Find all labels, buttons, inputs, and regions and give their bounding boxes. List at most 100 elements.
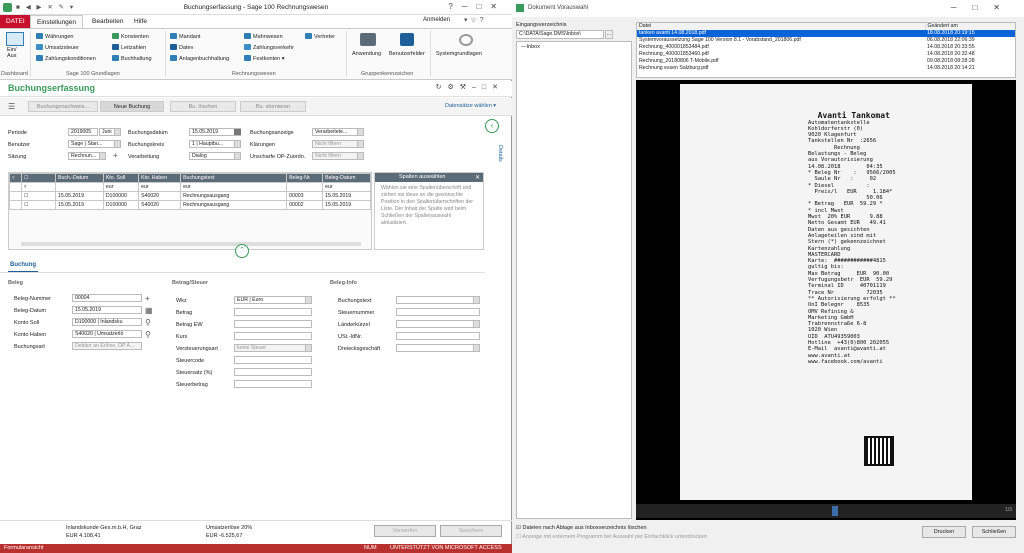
list-item[interactable]: Rechnung_400001853460.pdf 14.08.2018 20:3…: [637, 51, 1015, 58]
page-slider[interactable]: [832, 506, 838, 516]
table-row[interactable]: ☐ 15.05.2019 D100000 S40020 Rechnungsausgang…: [9, 191, 371, 201]
waehrungen-button[interactable]: Währungen: [36, 32, 73, 42]
col-header[interactable]: Beleg-Nr.: [286, 173, 324, 183]
buchhaltung-button[interactable]: Buchhaltung: [112, 54, 152, 64]
help-icons[interactable]: ▾☆?: [464, 16, 487, 24]
tab-bearbeiten[interactable]: Bearbeiten: [86, 15, 129, 28]
steuernummer-field[interactable]: [396, 308, 480, 316]
doc-toolbar-icons[interactable]: ↻⚙⚒–□✕: [436, 83, 504, 91]
benutzerfelder-button[interactable]: Benutzerfelder: [389, 49, 425, 59]
list-item[interactable]: Rechnung_400001853484.pdf 14.08.2018 20:3…: [637, 44, 1015, 51]
systemgrundlagen-icon[interactable]: [459, 34, 473, 46]
buchung-loeschen-button[interactable]: Bu. löschen: [170, 101, 236, 112]
tree-item-inbox[interactable]: —Inbox: [517, 42, 631, 52]
col-header[interactable]: Kto. Soll: [102, 173, 140, 183]
filter-cell[interactable]: ▿: [21, 182, 56, 192]
col-header[interactable]: Buch.-Datum: [55, 173, 104, 183]
unscharfe-select[interactable]: Nicht filtern: [312, 152, 364, 160]
select-all-checkbox[interactable]: ☐: [21, 173, 56, 183]
col-header[interactable]: Beleg-Datum: [322, 173, 371, 183]
verarbeitung-select[interactable]: Dialog: [189, 152, 241, 160]
systemgrundlagen-button[interactable]: Systemgrundlagen: [436, 49, 482, 59]
klaerungen-select[interactable]: Nicht filtern: [312, 140, 364, 148]
tab-datei[interactable]: DATEI: [0, 15, 31, 28]
steuercode-field[interactable]: [234, 356, 312, 364]
calendar-icon[interactable]: [234, 129, 241, 135]
dashboard-icon[interactable]: [6, 32, 24, 46]
buchung-stornieren-button[interactable]: Bu. stornieren: [240, 101, 306, 112]
datev-button[interactable]: Datev: [170, 43, 193, 53]
table-row[interactable]: ☐ 15.05.2019 D100000 S40020 Rechnungsausgang…: [9, 200, 371, 210]
datensaetze-waehlen-link[interactable]: Datensätze wählen ▾: [445, 103, 496, 109]
expand-up-icon[interactable]: ⌃: [235, 244, 249, 258]
dreiecksgeschaeft-select[interactable]: [396, 344, 480, 352]
filter-cell[interactable]: [55, 182, 104, 192]
speichern-button[interactable]: Speichern: [440, 525, 502, 537]
kurs-field[interactable]: [234, 332, 312, 340]
mandant-button[interactable]: Mandant: [170, 32, 200, 42]
benutzer-select[interactable]: Sage | Stan...: [68, 140, 121, 148]
tab-hilfe[interactable]: Hilfe: [128, 15, 153, 28]
betrag-field[interactable]: [234, 308, 312, 316]
buchungsart-field[interactable]: Debitor an Erlöse, OP A...: [72, 342, 142, 350]
vertreter-button[interactable]: Vertreter: [305, 32, 335, 42]
betrag-ew-field[interactable]: [234, 320, 312, 328]
steuerbetrag-field[interactable]: [234, 380, 312, 388]
details-sidebar-tab[interactable]: Details: [497, 145, 503, 162]
anwendung-icon[interactable]: [360, 33, 376, 46]
tab-buchung[interactable]: Buchung: [10, 262, 36, 268]
konto-soll-field[interactable]: D100000 | Inlandsku: [72, 318, 142, 326]
wkz-select[interactable]: EUR | Euro: [234, 296, 312, 304]
periode-field[interactable]: 2019005: [68, 128, 98, 136]
festkonten-button[interactable]: Festkonten ▾: [244, 54, 285, 64]
col-header-geaendert[interactable]: Geändert am: [924, 23, 1015, 30]
steuersatz-field[interactable]: [234, 368, 312, 376]
filter-cell[interactable]: eur: [138, 182, 182, 192]
filter-col-icon[interactable]: ▿: [9, 173, 22, 183]
list-item[interactable]: Systemvoraussetzung Sage 100 Version 8.1…: [637, 37, 1015, 44]
window-controls[interactable]: ?─□✕: [448, 2, 506, 11]
sitzung-select[interactable]: Rechnun...: [68, 152, 106, 160]
suppress-external-checkbox[interactable]: ☐ Anzeige mit externem Programm bei Ausw…: [516, 534, 707, 540]
buchungskreis-select[interactable]: 1 | Hauptbu...: [189, 140, 241, 148]
list-item[interactable]: Rechnung essen Salzburg.pdf 14.08.2018 20…: [637, 65, 1015, 72]
periode-month-select[interactable]: Juni: [99, 128, 121, 136]
eingang-path-field[interactable]: C:\DATA\Sage.DMS\Inbox\: [516, 30, 604, 39]
close-icon[interactable]: ✕: [475, 174, 480, 181]
col-header[interactable]: Kto. Haben: [138, 173, 182, 183]
konstenten-button[interactable]: Konstenten: [112, 32, 149, 42]
verwerfen-button[interactable]: Verwerfen: [374, 525, 436, 537]
zahlungskonditionen-button[interactable]: Zahlungskonditionen: [36, 54, 96, 64]
zahlungsverkehr-button[interactable]: Zahlungsverkehr: [244, 43, 294, 53]
filter-cell[interactable]: eur: [322, 182, 371, 192]
neue-buchung-button[interactable]: Neue Buchung: [100, 101, 164, 112]
belegnummer-field[interactable]: 00004: [72, 294, 142, 302]
filter-cell[interactable]: eur: [102, 182, 140, 192]
buchungsnachweis-button[interactable]: Buchungsnachweis...: [28, 101, 98, 112]
buchungsanzeige-select[interactable]: Verarbeitete...: [312, 128, 364, 136]
buchungstext-select[interactable]: [396, 296, 480, 304]
versteuerungsart-select[interactable]: keine Steuer: [234, 344, 312, 352]
menu-icon[interactable]: ☰: [8, 102, 15, 111]
horizontal-scrollbar[interactable]: [21, 242, 361, 246]
benutzerfelder-icon[interactable]: [400, 33, 414, 46]
login-link[interactable]: Anmelden: [423, 17, 450, 23]
leitzahlen-button[interactable]: Leitzahlen: [112, 43, 146, 53]
ustidnr-field[interactable]: [396, 332, 480, 340]
konto-haben-field[interactable]: S40020 | Umsatzerlö: [72, 330, 142, 338]
belegdatum-field[interactable]: 15.05.2019: [72, 306, 142, 314]
list-item[interactable]: Rechnung_20180806 T-Mobile.pdf 09.08.2018…: [637, 58, 1015, 65]
field-action-icons[interactable]: + ▦ ⚲ ⚲: [145, 293, 153, 341]
dashboard-toggle[interactable]: Ein/ Aus: [7, 47, 16, 59]
col-header-datei[interactable]: Datei: [637, 23, 925, 30]
delete-after-filing-checkbox[interactable]: ☑ Dateien nach Ablage aus Inboxverzeichn…: [516, 525, 647, 531]
filter-cell[interactable]: eur: [180, 182, 288, 192]
laenderkuerzel-select[interactable]: [396, 320, 480, 328]
anwendung-button[interactable]: Anwendung: [352, 49, 381, 59]
window-controls[interactable]: ─□✕: [951, 3, 1016, 12]
schliessen-button[interactable]: Schließen: [972, 526, 1016, 538]
mahnwesen-button[interactable]: Mahnwesen: [244, 32, 283, 42]
add-icon[interactable]: +: [113, 151, 118, 160]
filter-cell[interactable]: [286, 182, 324, 192]
browse-button[interactable]: …: [605, 30, 613, 39]
